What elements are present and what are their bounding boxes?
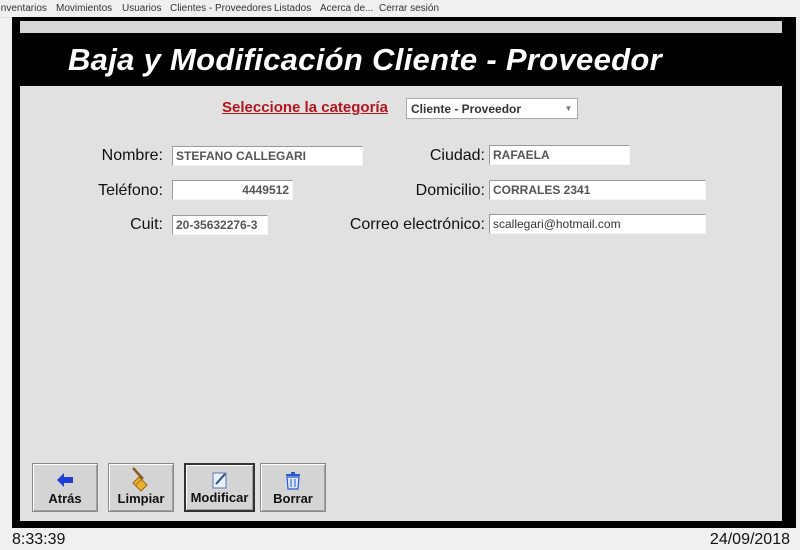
menu-item-clientes-proveedores[interactable]: Clientes - Proveedores <box>170 3 272 14</box>
category-select[interactable]: Cliente - Proveedor ▼ <box>406 98 578 119</box>
edit-icon <box>186 470 253 492</box>
modificar-button[interactable]: Modificar <box>184 463 255 512</box>
borrar-button[interactable]: Borrar <box>260 463 326 512</box>
ciudad-label: Ciudad: <box>429 147 485 164</box>
menu-item-movimientos[interactable]: Movimientos <box>56 3 112 14</box>
menu-item-inventarios[interactable]: Inventarios <box>0 3 47 14</box>
trash-icon <box>261 469 325 491</box>
atras-label: Atrás <box>48 491 82 506</box>
arrow-left-icon <box>33 469 97 491</box>
limpiar-label: Limpiar <box>117 491 165 506</box>
nombre-field[interactable]: STEFANO CALLEGARI <box>172 146 363 166</box>
ciudad-field[interactable]: RAFAELA <box>489 145 630 165</box>
nombre-label: Nombre: <box>101 147 163 164</box>
menu-item-cerrar-sesion[interactable]: Cerrar sesión <box>379 3 439 14</box>
telefono-label: Teléfono: <box>98 182 163 199</box>
page-title: Baja y Modificación Cliente - Proveedor <box>68 42 662 77</box>
atras-button[interactable]: Atrás <box>32 463 98 512</box>
menu-item-acerca-de[interactable]: Acerca de... <box>320 3 373 14</box>
domicilio-field[interactable]: CORRALES 2341 <box>489 180 706 200</box>
menu-bar: Inventarios Movimientos Usuarios Cliente… <box>0 0 800 18</box>
menu-item-listados[interactable]: Listados <box>274 3 311 14</box>
cuit-field[interactable]: 20-35632276-3 <box>172 215 268 235</box>
chevron-down-icon[interactable]: ▼ <box>561 100 576 117</box>
status-date: 24/09/2018 <box>709 531 790 548</box>
form-top-strip <box>20 21 782 33</box>
status-time: 8:33:39 <box>12 531 66 548</box>
broom-icon <box>109 467 173 492</box>
cuit-label: Cuit: <box>130 216 163 233</box>
telefono-field[interactable]: 4449512 <box>172 180 293 200</box>
correo-field[interactable]: scallegari@hotmail.com <box>489 214 706 234</box>
domicilio-label: Domicilio: <box>415 182 485 199</box>
category-label: Seleccione la categoría <box>222 99 388 116</box>
category-select-value: Cliente - Proveedor <box>411 102 522 116</box>
borrar-label: Borrar <box>273 491 313 506</box>
limpiar-button[interactable]: Limpiar <box>108 463 174 512</box>
menu-item-usuarios[interactable]: Usuarios <box>122 3 161 14</box>
modificar-label: Modificar <box>190 490 249 505</box>
correo-label: Correo electrónico: <box>349 216 485 233</box>
